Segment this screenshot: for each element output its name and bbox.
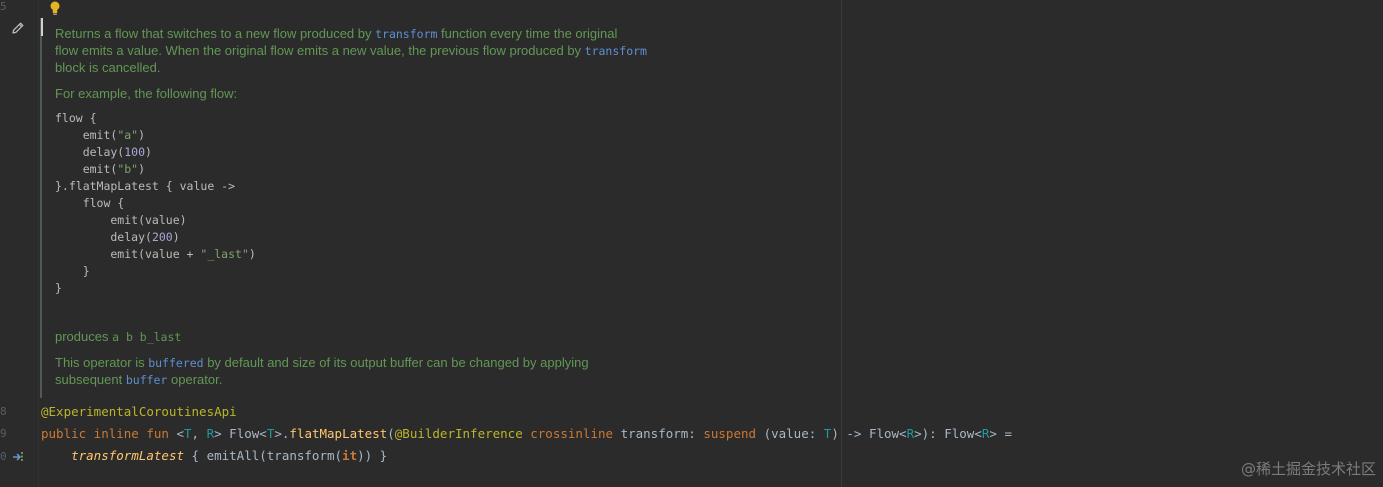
code-text: )) } (357, 448, 388, 463)
implementation-icon[interactable] (10, 449, 26, 465)
code-text: >. (274, 426, 290, 441)
doc-text: subsequent (55, 372, 126, 387)
line-number: 0 (0, 450, 6, 463)
doc-inline-code: transform (584, 44, 647, 58)
doc-text: function every time the original (437, 26, 618, 41)
code-line: } (55, 281, 62, 295)
keyword: public inline fun (41, 426, 177, 441)
function-name: flatMapLatest (289, 426, 388, 441)
code-line: }.flatMapLatest { value -> (55, 179, 236, 193)
doc-line: subsequent buffer operator. (55, 371, 222, 389)
line-number: 9 (0, 427, 6, 440)
code-text: >): Flow< (914, 426, 982, 441)
keyword-it: it (342, 448, 358, 463)
pencil-icon[interactable] (10, 20, 26, 36)
code-text: < (176, 426, 184, 441)
keyword: suspend (703, 426, 764, 441)
text-caret (41, 18, 43, 36)
code-line: delay(100) (55, 145, 152, 159)
code-annotation-line[interactable]: @ExperimentalCoroutinesApi (41, 402, 237, 422)
code-text: > Flow< (214, 426, 267, 441)
doc-code-block: flow { emit("a") delay(100) emit("b") }.… (55, 110, 256, 297)
doc-text: Returns a flow that switches to a new fl… (55, 26, 376, 41)
code-text: ) -> Flow< (831, 426, 907, 441)
keyword: crossinline (530, 426, 621, 441)
code-text: > = (989, 426, 1012, 441)
code-line: } (55, 264, 90, 278)
type-param: R (206, 426, 215, 441)
code-text: { emitAll(transform( (184, 448, 343, 463)
code-text: (value: (763, 426, 824, 441)
doc-line: produces a b b_last (55, 328, 181, 346)
doc-text: This operator is (55, 355, 149, 370)
watermark: @稀土掘金技术社区 (1240, 460, 1376, 478)
doc-line: Returns a flow that switches to a new fl… (55, 25, 617, 43)
code-line: flow { (55, 111, 97, 125)
code-line: delay(200) (55, 230, 180, 244)
doc-comment-bar (40, 18, 42, 398)
doc-line: block is cancelled. (55, 60, 161, 75)
doc-text: flow emits a value. When the original fl… (55, 43, 585, 58)
code-line: emit(value + "_last") (55, 247, 256, 261)
line-number: 5 (0, 0, 6, 13)
type-param: T (184, 426, 192, 441)
annotation: @BuilderInference (394, 426, 531, 441)
code-body-line[interactable]: transformLatest { emitAll(transform(it))… (41, 446, 387, 466)
doc-link-buffered[interactable]: buffered (148, 356, 203, 370)
doc-text: produces (55, 329, 113, 344)
doc-link-buffer[interactable]: buffer (126, 373, 168, 387)
doc-inline-code: a b b_last (112, 330, 182, 344)
code-text: ( (387, 426, 395, 441)
right-margin-guide (841, 0, 842, 487)
code-line: emit("a") (55, 128, 146, 142)
function-call: transformLatest (71, 448, 184, 463)
doc-line: flow emits a value. When the original fl… (55, 42, 647, 60)
doc-line: This operator is buffered by default and… (55, 354, 589, 372)
code-line: emit("b") (55, 162, 146, 176)
type-param: R (906, 426, 915, 441)
line-number: 8 (0, 405, 6, 418)
doc-line: For example, the following flow: (55, 86, 238, 101)
doc-inline-code: transform (375, 27, 438, 41)
code-text: transform: (620, 426, 704, 441)
doc-text: by default and size of its output buffer… (203, 355, 589, 370)
lightbulb-icon[interactable] (48, 0, 62, 16)
code-text: , (191, 426, 207, 441)
editor-gutter: 5 8 9 0 (0, 0, 39, 487)
doc-text: operator. (167, 372, 223, 387)
code-line: emit(value) (55, 213, 187, 227)
code-line: flow { (55, 196, 125, 210)
code-signature-line[interactable]: public inline fun <T, R> Flow<T>.flatMap… (41, 424, 1012, 444)
